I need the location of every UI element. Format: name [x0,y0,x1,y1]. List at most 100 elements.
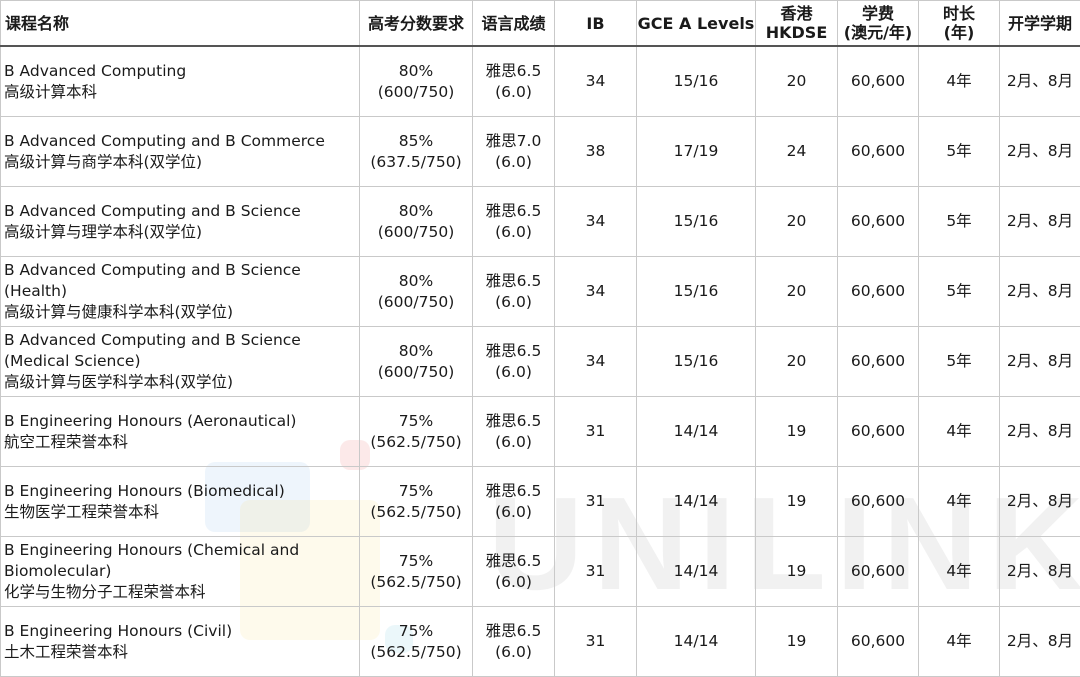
course-name-cell: B Advanced Computing 高级计算本科 [0,45,360,117]
hkdse-cell: 19 [755,606,838,677]
duration-cell: 5年 [918,326,1000,397]
table-row: B Engineering Honours (Aeronautical) 航空工… [0,396,1080,467]
hkdse-cell: 20 [755,256,838,327]
gaokao-cell: 75% (562.5/750) [359,606,473,677]
table-row: B Advanced Computing and B Science (Medi… [0,326,1080,397]
course-name-cell: B Advanced Computing and B Commerce 高级计算… [0,116,360,187]
course-name-en: B Advanced Computing and B Science [4,201,301,220]
gaokao-percent: 80% [398,341,434,360]
gaokao-score: (562.5/750) [370,642,462,661]
table-row: B Advanced Computing and B Science (Heal… [0,256,1080,327]
language-cell: 雅思6.5 (6.0) [472,186,555,257]
language-requirement: 雅思6.5 [485,481,542,500]
intake-cell: 2月、8月 [999,116,1080,187]
header-intake: 开学学期 [999,0,1080,47]
table-row: B Advanced Computing and B Commerce 高级计算… [0,116,1080,187]
alevels-cell: 14/14 [636,466,756,537]
hkdse-cell: 19 [755,396,838,467]
header-row: 课程名称 高考分数要求 语言成绩 IB GCE A Levels 香港 HKDSE… [0,0,1080,47]
hkdse-cell: 20 [755,186,838,257]
alevels-cell: 15/16 [636,326,756,397]
course-name-en: B Advanced Computing and B Science (Heal… [4,261,301,300]
language-cell: 雅思6.5 (6.0) [472,256,555,327]
gaokao-score: (600/750) [377,292,455,311]
language-requirement: 雅思6.5 [485,551,542,570]
tuition-cell: 60,600 [837,396,919,467]
gaokao-score: (600/750) [377,362,455,381]
header-hkdse: 香港 HKDSE [755,0,838,47]
duration-cell: 5年 [918,256,1000,327]
alevels-cell: 15/16 [636,186,756,257]
course-table: 课程名称 高考分数要求 语言成绩 IB GCE A Levels 香港 HKDSE… [0,0,1080,677]
course-name-cell: B Advanced Computing and B Science (Medi… [0,326,360,397]
ib-cell: 34 [554,326,637,397]
ib-cell: 31 [554,536,637,607]
course-name-cn: 高级计算与健康科学本科(双学位) [4,303,234,321]
course-name-cell: B Advanced Computing and B Science 高级计算与… [0,186,360,257]
hkdse-cell: 19 [755,536,838,607]
language-subscore: (6.0) [495,152,532,171]
course-name-cn: 航空工程荣誉本科 [4,432,129,451]
intake-cell: 2月、8月 [999,326,1080,397]
language-cell: 雅思6.5 (6.0) [472,396,555,467]
language-subscore: (6.0) [495,292,532,311]
gaokao-cell: 85% (637.5/750) [359,116,473,187]
gaokao-percent: 75% [398,481,434,500]
gaokao-score: (600/750) [377,82,455,101]
alevels-cell: 15/16 [636,45,756,117]
ib-cell: 34 [554,186,637,257]
hkdse-cell: 24 [755,116,838,187]
language-subscore: (6.0) [495,642,532,661]
gaokao-score: (600/750) [377,222,455,241]
intake-cell: 2月、8月 [999,536,1080,607]
tuition-cell: 60,600 [837,466,919,537]
ib-cell: 31 [554,466,637,537]
gaokao-score: (562.5/750) [370,502,462,521]
gaokao-percent: 80% [398,61,434,80]
gaokao-score: (562.5/750) [370,572,462,591]
language-requirement: 雅思6.5 [485,201,542,220]
language-subscore: (6.0) [495,572,532,591]
course-name-cell: B Engineering Honours (Aeronautical) 航空工… [0,396,360,467]
course-name-en: B Engineering Honours (Aeronautical) [4,411,297,430]
header-alevels: GCE A Levels [636,0,756,47]
duration-cell: 5年 [918,116,1000,187]
gaokao-percent: 80% [398,271,434,290]
table-row: B Engineering Honours (Civil) 土木工程荣誉本科 7… [0,606,1080,677]
gaokao-cell: 80% (600/750) [359,45,473,117]
header-duration: 时长 (年) [918,0,1000,47]
course-name-en: B Advanced Computing [4,61,187,80]
course-name-cell: B Engineering Honours (Chemical and Biom… [0,536,360,607]
language-subscore: (6.0) [495,362,532,381]
header-course-name: 课程名称 [0,0,360,47]
language-requirement: 雅思6.5 [485,341,542,360]
table-row: B Engineering Honours (Biomedical) 生物医学工… [0,466,1080,537]
course-name-cn: 高级计算本科 [4,82,98,101]
language-requirement: 雅思6.5 [485,411,542,430]
gaokao-score: (562.5/750) [370,432,462,451]
intake-cell: 2月、8月 [999,186,1080,257]
ib-cell: 34 [554,45,637,117]
table-row: B Advanced Computing and B Science 高级计算与… [0,186,1080,257]
gaokao-cell: 80% (600/750) [359,186,473,257]
duration-cell: 4年 [918,45,1000,117]
language-requirement: 雅思7.0 [485,131,542,150]
tuition-cell: 60,600 [837,326,919,397]
course-name-en: B Advanced Computing and B Science (Medi… [4,331,301,370]
ib-cell: 31 [554,396,637,467]
course-name-cn: 高级计算与理学本科(双学位) [4,222,203,241]
duration-cell: 4年 [918,606,1000,677]
gaokao-percent: 85% [398,131,434,150]
course-name-en: B Advanced Computing and B Commerce [4,131,325,150]
intake-cell: 2月、8月 [999,45,1080,117]
language-requirement: 雅思6.5 [485,621,542,640]
intake-cell: 2月、8月 [999,256,1080,327]
alevels-cell: 15/16 [636,256,756,327]
duration-cell: 5年 [918,186,1000,257]
course-name-cn: 高级计算与商学本科(双学位) [4,152,203,171]
tuition-cell: 60,600 [837,186,919,257]
intake-cell: 2月、8月 [999,396,1080,467]
alevels-cell: 14/14 [636,606,756,677]
tuition-cell: 60,600 [837,606,919,677]
gaokao-cell: 75% (562.5/750) [359,536,473,607]
